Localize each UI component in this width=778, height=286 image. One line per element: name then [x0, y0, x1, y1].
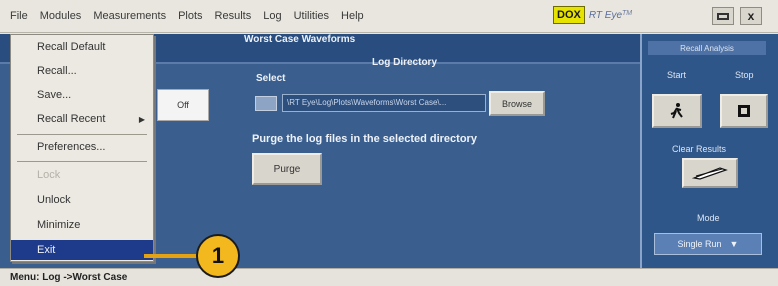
brand-badge: DOX	[553, 6, 585, 24]
menu-help[interactable]: Help	[335, 10, 370, 22]
submenu-arrow-icon: ▶	[138, 114, 145, 124]
status-bar: Menu: Log ->Worst Case	[0, 268, 778, 286]
stop-square-icon	[738, 105, 750, 117]
menu-modules[interactable]: Modules	[34, 10, 88, 22]
start-button[interactable]	[652, 94, 702, 128]
stop-button[interactable]	[720, 94, 768, 128]
purge-button[interactable]: Purge	[252, 153, 322, 185]
stop-label: Stop	[735, 70, 754, 80]
menu-plots[interactable]: Plots	[172, 10, 208, 22]
menu-item-unlock[interactable]: Unlock	[11, 190, 153, 210]
off-toggle-button[interactable]: Off	[157, 89, 209, 121]
mode-value: Single Run	[677, 239, 722, 249]
select-label: Select	[256, 73, 286, 84]
browse-button[interactable]: Browse	[489, 91, 545, 116]
purge-description: Purge the log files in the selected dire…	[252, 133, 477, 145]
start-label: Start	[667, 70, 687, 80]
directory-path-field[interactable]: \RT Eye\Log\Plots\Waveforms\Worst Case\.…	[282, 94, 486, 112]
menu-utilities[interactable]: Utilities	[288, 10, 335, 22]
menu-measurements[interactable]: Measurements	[87, 10, 172, 22]
clear-results-button[interactable]	[682, 158, 738, 188]
application-window: File Modules Measurements Plots Results …	[0, 0, 778, 286]
brand-logo: DOX RT EyeTM	[553, 6, 632, 24]
eraser-icon	[692, 167, 728, 180]
recall-recent-label: Recall Recent	[37, 113, 106, 125]
close-app-button[interactable]: x	[740, 7, 762, 25]
menu-item-recall-default[interactable]: Recall Default	[11, 37, 153, 57]
running-figure-icon	[670, 103, 683, 119]
menu-log[interactable]: Log	[257, 10, 287, 22]
mode-label: Mode	[697, 213, 720, 223]
mode-select[interactable]: Single Run ▼	[654, 233, 762, 255]
minimize-app-icon[interactable]	[712, 7, 734, 25]
callout-number-badge: 1	[196, 234, 240, 278]
worst-case-title: Worst Case Waveforms	[244, 34, 356, 45]
menu-separator	[17, 161, 147, 162]
clear-results-label: Clear Results	[672, 144, 727, 154]
menu-file[interactable]: File	[0, 10, 34, 22]
menu-item-exit[interactable]: Exit	[11, 240, 153, 260]
menu-item-lock: Lock	[37, 169, 61, 181]
recall-analysis-button[interactable]: Recall Analysis	[648, 41, 766, 55]
menu-item-recall[interactable]: Recall...	[11, 61, 153, 81]
menu-item-minimize[interactable]: Minimize	[11, 215, 153, 235]
menu-item-preferences[interactable]: Preferences...	[11, 137, 153, 157]
menu-separator	[17, 134, 147, 135]
menu-item-save[interactable]: Save...	[11, 85, 153, 105]
callout-pointer	[144, 254, 200, 258]
menu-bar: File Modules Measurements Plots Results …	[0, 0, 778, 33]
brand-name: RT EyeTM	[588, 9, 633, 21]
chevron-down-icon: ▼	[729, 239, 739, 249]
file-menu-dropdown: Recall Default Recall... Save... Recall …	[10, 34, 154, 262]
status-text: Menu: Log ->Worst Case	[10, 272, 128, 283]
menu-item-recall-recent[interactable]: Recall Recent ▶	[11, 109, 153, 129]
menu-results[interactable]: Results	[209, 10, 258, 22]
log-directory-label: Log Directory	[372, 57, 438, 68]
folder-select-button[interactable]	[255, 96, 277, 111]
